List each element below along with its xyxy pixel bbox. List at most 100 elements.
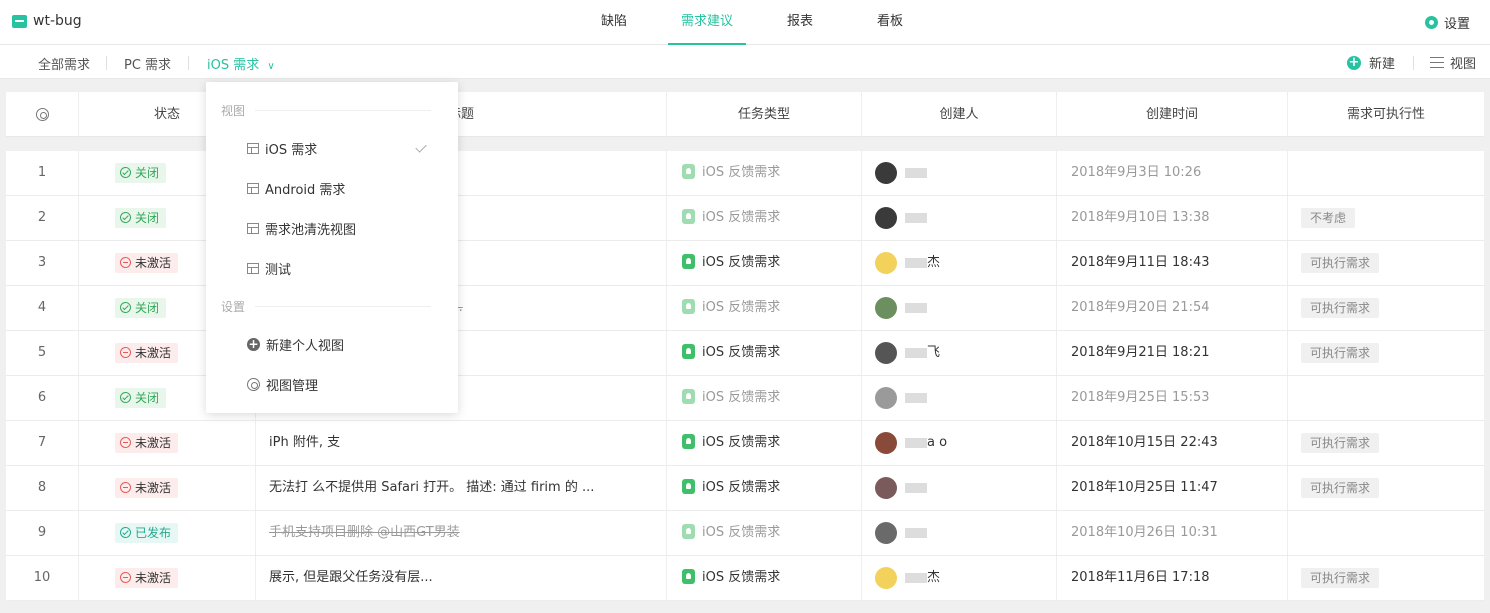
chevron-down-icon: ∨: [267, 61, 275, 72]
table-row[interactable]: 7 未激活 iPh 附件, 支 iOS 反馈需求 a o 2018年10月15日 22:4…: [6, 421, 1484, 466]
dropdown-view-pool-cleanup[interactable]: 需求池清洗视图: [247, 219, 356, 238]
view-tab-ios[interactable]: iOS 需求 ∨: [207, 54, 275, 73]
new-personal-view-button[interactable]: + 新建个人视图: [247, 335, 344, 354]
view-settings-button[interactable]: 视图: [1430, 53, 1476, 72]
bulb-icon: [682, 344, 695, 359]
manage-views-label: 视图管理: [266, 379, 319, 394]
settings-label: 设置: [1443, 17, 1470, 32]
executability-cell: [1288, 376, 1484, 420]
type-label: iOS 反馈需求: [702, 525, 781, 540]
created-time-cell: 2018年9月10日 13:38: [1057, 196, 1288, 240]
redacted-name: [905, 302, 927, 313]
executability-cell: 不考虑: [1288, 196, 1484, 240]
divider: [106, 56, 107, 70]
status-badge[interactable]: 未激活: [115, 342, 179, 363]
divider: [255, 110, 431, 111]
type-label: iOS 反馈需求: [702, 345, 781, 360]
column-settings[interactable]: [6, 92, 79, 137]
executability-tag: 可执行需求: [1301, 342, 1380, 363]
title-cell[interactable]: 手机支持项目删除 @山西GT男装: [256, 511, 667, 555]
executability-tag: 可执行需求: [1301, 432, 1380, 453]
type-label: iOS 反馈需求: [702, 165, 781, 180]
nav-item-requirements[interactable]: 需求建议: [668, 0, 746, 45]
table-row[interactable]: 8 未激活 无法打 么不提供用 Safari 打开。 描述: 通过 firim 的 …: [6, 466, 1484, 511]
nav-item-board[interactable]: 看板: [866, 0, 914, 45]
executability-tag: 可执行需求: [1301, 567, 1380, 588]
row-number: 7: [6, 421, 79, 465]
view-button-label: 视图: [1450, 57, 1477, 72]
avatar: [875, 161, 897, 184]
creator-cell: [862, 466, 1057, 510]
manage-views-button[interactable]: 视图管理: [247, 375, 318, 394]
redacted-name: [905, 347, 927, 358]
status-badge[interactable]: 关闭: [115, 162, 167, 183]
type-cell: iOS 反馈需求: [667, 556, 862, 600]
created-time-cell: 2018年10月26日 10:31: [1057, 511, 1288, 555]
table-row[interactable]: 10 未激活 展示, 但是跟父任务没有层... iOS 反馈需求 杰 2018年11月6日…: [6, 556, 1484, 601]
status-cell: 已发布: [79, 511, 256, 555]
gear-icon: [35, 108, 49, 121]
created-time-cell: 2018年9月25日 15:53: [1057, 376, 1288, 420]
status-cell: 未激活: [79, 421, 256, 465]
created-time-cell: 2018年9月20日 21:54: [1057, 286, 1288, 330]
redacted-name: [905, 392, 927, 403]
status-badge[interactable]: 未激活: [115, 432, 179, 453]
creator-cell: [862, 511, 1057, 555]
gear-icon: [1424, 16, 1438, 29]
created-time-cell: 2018年9月3日 10:26: [1057, 151, 1288, 195]
redacted-name: [905, 527, 927, 538]
status-badge[interactable]: 未激活: [115, 477, 179, 498]
table-icon: [247, 183, 259, 194]
row-number: 1: [6, 151, 79, 195]
column-header-created-time[interactable]: 创建时间: [1057, 92, 1288, 137]
new-button[interactable]: + 新建: [1347, 53, 1395, 72]
view-dropdown-menu: 视图 iOS 需求 Android 需求 需求池清洗视图 测试 设置 + 新建个…: [206, 82, 458, 413]
redacted-name: [905, 167, 927, 178]
bulb-icon: [682, 209, 695, 224]
nav-item-bugs[interactable]: 缺陷: [592, 0, 636, 45]
status-label: 未激活: [135, 570, 172, 585]
type-label: iOS 反馈需求: [702, 480, 781, 495]
main-nav: 缺陷 需求建议 报表 看板: [0, 0, 1490, 45]
executability-cell: 可执行需求: [1288, 466, 1484, 510]
dropdown-view-label: 需求池清洗视图: [265, 223, 357, 238]
type-cell: iOS 反馈需求: [667, 421, 862, 465]
status-badge[interactable]: 未激活: [115, 567, 179, 588]
executability-cell: 可执行需求: [1288, 241, 1484, 285]
title-cell[interactable]: iPh 附件, 支: [256, 421, 667, 465]
executability-tag: 不考虑: [1301, 207, 1356, 228]
settings-button[interactable]: 设置: [1424, 13, 1470, 32]
status-badge[interactable]: 关闭: [115, 387, 167, 408]
column-header-creator[interactable]: 创建人: [862, 92, 1057, 137]
redacted-name: [905, 437, 927, 448]
status-badge[interactable]: 已发布: [115, 522, 179, 543]
table-row[interactable]: 9 已发布 手机支持项目删除 @山西GT男装 iOS 反馈需求 2018年10月26日 …: [6, 511, 1484, 556]
avatar: [875, 476, 897, 499]
view-tab-all[interactable]: 全部需求: [38, 54, 90, 73]
created-time-cell: 2018年9月11日 18:43: [1057, 241, 1288, 285]
status-badge[interactable]: 未激活: [115, 252, 179, 273]
status-badge[interactable]: 关闭: [115, 207, 167, 228]
creator-cell: [862, 376, 1057, 420]
row-number: 3: [6, 241, 79, 285]
new-button-label: 新建: [1369, 57, 1396, 72]
title-cell[interactable]: 无法打 么不提供用 Safari 打开。 描述: 通过 firim 的 ...: [256, 466, 667, 510]
column-header-executability[interactable]: 需求可执行性: [1288, 92, 1484, 137]
executability-tag: 可执行需求: [1301, 297, 1380, 318]
redacted-name: [905, 482, 927, 493]
creator-cell: 杰: [862, 241, 1057, 285]
filter-icon: [1430, 57, 1444, 68]
nav-item-reports[interactable]: 报表: [776, 0, 824, 45]
creator-cell: [862, 151, 1057, 195]
status-icon: [120, 526, 131, 538]
status-badge[interactable]: 关闭: [115, 297, 167, 318]
dropdown-view-android[interactable]: Android 需求: [247, 179, 345, 198]
dropdown-view-test[interactable]: 测试: [247, 259, 291, 278]
column-header-type[interactable]: 任务类型: [667, 92, 862, 137]
creator-cell: [862, 286, 1057, 330]
check-icon: [415, 141, 427, 153]
dropdown-view-ios[interactable]: iOS 需求: [247, 139, 317, 158]
view-tab-pc[interactable]: PC 需求: [124, 54, 171, 73]
status-cell: 未激活: [79, 556, 256, 600]
title-cell[interactable]: 展示, 但是跟父任务没有层...: [256, 556, 667, 600]
